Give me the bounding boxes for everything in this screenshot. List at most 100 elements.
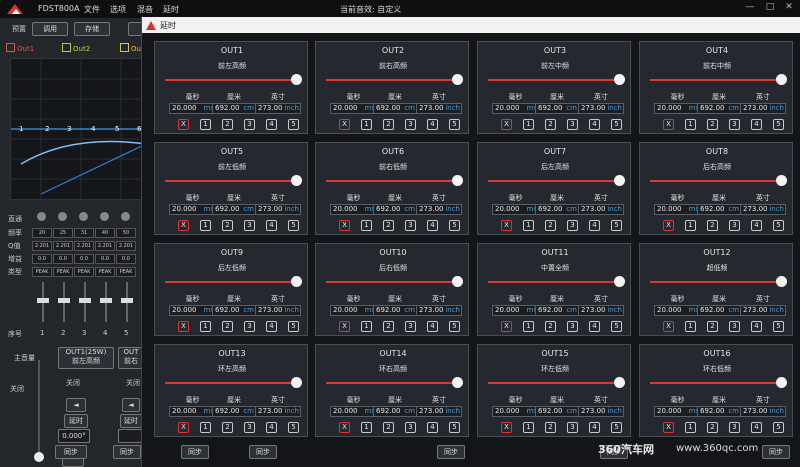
checkbox-out2[interactable]: Out2 xyxy=(62,43,90,53)
link-group-button[interactable]: 2 xyxy=(383,119,394,130)
link-clear-button[interactable]: X xyxy=(178,321,189,332)
eq-marker[interactable]: 2 xyxy=(45,125,49,133)
type-cell[interactable]: PEAK xyxy=(95,267,115,277)
delay-inch-field[interactable]: 273.00 inch xyxy=(578,103,624,114)
delay-slider-track[interactable] xyxy=(326,79,460,81)
delay-slider-track[interactable] xyxy=(488,180,622,182)
link-group-button[interactable]: 3 xyxy=(405,119,416,130)
link-group-button[interactable]: 5 xyxy=(288,422,299,433)
link-group-button[interactable]: 3 xyxy=(244,422,255,433)
delay-slider-knob[interactable] xyxy=(776,74,787,85)
delay-inch-field[interactable]: 273.00 inch xyxy=(740,103,786,114)
link-group-button[interactable]: 2 xyxy=(383,422,394,433)
link-group-button[interactable]: 4 xyxy=(589,321,600,332)
delay-ms-field[interactable]: 20.000 ms xyxy=(330,204,377,215)
delay-slider-track[interactable] xyxy=(326,180,460,182)
link-group-button[interactable]: 5 xyxy=(773,321,784,332)
delay-ms-field[interactable]: 20.000 ms xyxy=(654,406,701,417)
maximize-icon[interactable]: □ xyxy=(760,2,780,16)
link-group-button[interactable]: 1 xyxy=(361,119,372,130)
link-group-button[interactable]: 2 xyxy=(383,220,394,231)
link-group-button[interactable]: 2 xyxy=(545,321,556,332)
delay-ms-field[interactable]: 20.000 ms xyxy=(654,305,701,316)
delay-button-2[interactable]: 延时 xyxy=(120,414,142,428)
link-group-button[interactable]: 1 xyxy=(685,119,696,130)
link-group-button[interactable]: 5 xyxy=(449,119,460,130)
link-group-button[interactable]: 2 xyxy=(222,220,233,231)
link-group-button[interactable]: 3 xyxy=(567,321,578,332)
delay-slider-knob[interactable] xyxy=(614,276,625,287)
save-button[interactable]: 存储 xyxy=(74,22,110,36)
link-group-button[interactable]: 4 xyxy=(427,220,438,231)
freq-cell[interactable]: 40 xyxy=(95,228,115,238)
link-clear-button[interactable]: X xyxy=(663,422,674,433)
link-group-button[interactable]: 1 xyxy=(200,220,211,231)
link-group-button[interactable]: 2 xyxy=(545,422,556,433)
delay-inch-field[interactable]: 273.00 inch xyxy=(578,305,624,316)
menu-options[interactable]: 选项 xyxy=(110,4,126,15)
link-clear-button[interactable]: X xyxy=(663,321,674,332)
link-group-button[interactable]: 3 xyxy=(567,119,578,130)
link-group-button[interactable]: 4 xyxy=(589,220,600,231)
link-group-button[interactable]: 1 xyxy=(523,220,534,231)
link-group-button[interactable]: 1 xyxy=(200,321,211,332)
link-group-button[interactable]: 1 xyxy=(200,422,211,433)
link-clear-button[interactable]: X xyxy=(339,321,350,332)
sync-button[interactable]: 同步 xyxy=(181,445,209,459)
delay-inch-field[interactable]: 273.00 inch xyxy=(416,406,462,417)
link-group-button[interactable]: 3 xyxy=(244,119,255,130)
sync-button[interactable]: 同步 xyxy=(249,445,277,459)
delay-ms-field[interactable]: 20.000 ms xyxy=(492,406,539,417)
link-group-button[interactable]: 3 xyxy=(729,321,740,332)
link-group-button[interactable]: 4 xyxy=(266,220,277,231)
delay-inch-field[interactable]: 273.00 inch xyxy=(740,204,786,215)
delay-inch-field[interactable]: 273.00 inch xyxy=(416,103,462,114)
delay-cm-field[interactable]: 692.00 cm xyxy=(697,103,741,114)
delay-cm-field[interactable]: 692.00 cm xyxy=(373,305,417,316)
master-fader-knob[interactable] xyxy=(34,452,44,462)
link-group-button[interactable]: 5 xyxy=(449,422,460,433)
link-group-button[interactable]: 3 xyxy=(244,321,255,332)
link-group-button[interactable]: 4 xyxy=(266,422,277,433)
eq-marker[interactable]: 3 xyxy=(67,125,71,133)
delay-inch-field[interactable]: 273.00 inch xyxy=(255,204,301,215)
delay-slider-track[interactable] xyxy=(650,382,784,384)
menu-delay[interactable]: 延时 xyxy=(163,4,179,15)
delay-slider-knob[interactable] xyxy=(614,175,625,186)
link-group-button[interactable]: 5 xyxy=(449,321,460,332)
link-group-button[interactable]: 3 xyxy=(729,422,740,433)
sync-button[interactable]: 同步 xyxy=(55,445,87,459)
delay-cm-field[interactable]: 692.00 cm xyxy=(535,103,579,114)
link-group-button[interactable]: 1 xyxy=(685,321,696,332)
sync-button[interactable]: 同步 xyxy=(437,445,465,459)
bypass-toggle[interactable] xyxy=(121,212,130,221)
fader-handle[interactable] xyxy=(37,298,49,303)
bypass-toggle[interactable] xyxy=(100,212,109,221)
freq-cell[interactable]: 31 xyxy=(74,228,94,238)
eq-marker[interactable]: 5 xyxy=(115,125,119,133)
eq-marker[interactable]: 4 xyxy=(91,125,95,133)
delay-cm-field[interactable]: 692.00 cm xyxy=(373,204,417,215)
delay-ms-field[interactable]: 20.000 ms xyxy=(169,305,216,316)
delay-slider-knob[interactable] xyxy=(452,74,463,85)
q-cell[interactable]: 2.201 xyxy=(74,241,94,251)
link-clear-button[interactable]: X xyxy=(663,220,674,231)
checkbox-out1[interactable]: Out1 xyxy=(6,43,34,53)
delay-button[interactable]: 延时 xyxy=(64,414,88,428)
link-group-button[interactable]: 5 xyxy=(449,220,460,231)
delay-slider-track[interactable] xyxy=(488,79,622,81)
delay-slider-knob[interactable] xyxy=(291,74,302,85)
eq-graph[interactable]: 1 2 3 4 5 6 xyxy=(10,58,147,200)
link-group-button[interactable]: 2 xyxy=(707,321,718,332)
link-clear-button[interactable]: X xyxy=(339,220,350,231)
link-group-button[interactable]: 5 xyxy=(773,220,784,231)
out1-channel-button[interactable]: OUT1(25W) 前左高频 xyxy=(58,347,114,369)
delay-slider-track[interactable] xyxy=(165,180,299,182)
link-clear-button[interactable]: X xyxy=(663,119,674,130)
delay-cm-field[interactable]: 692.00 cm xyxy=(373,406,417,417)
delay-cm-field[interactable]: 692.00 cm xyxy=(212,103,256,114)
link-group-button[interactable]: 5 xyxy=(773,422,784,433)
delay-ms-field[interactable]: 20.000 ms xyxy=(654,103,701,114)
delay-slider-knob[interactable] xyxy=(776,175,787,186)
delay-ms-field[interactable]: 20.000 ms xyxy=(169,204,216,215)
